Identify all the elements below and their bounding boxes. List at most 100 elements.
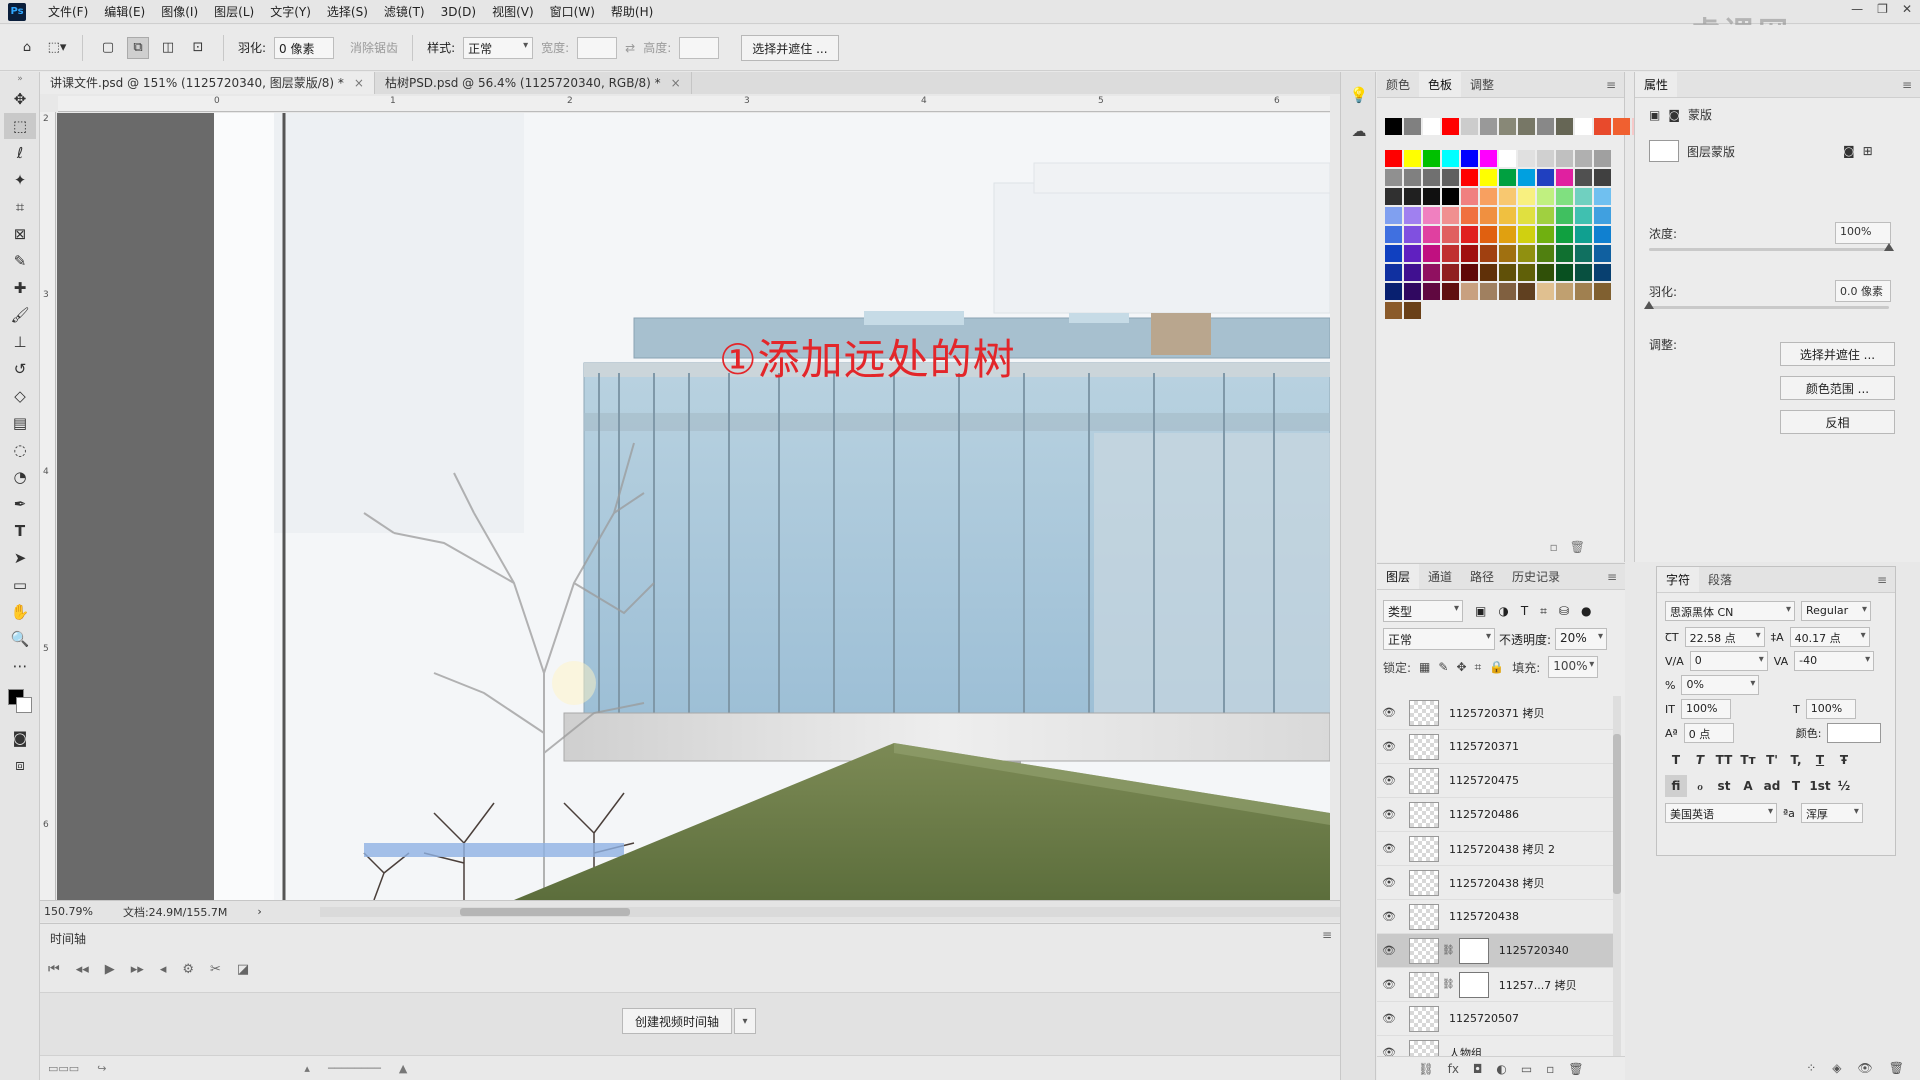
swatch[interactable]: [1385, 264, 1402, 281]
all-caps-button[interactable]: TT: [1713, 749, 1735, 771]
visibility-eye-icon[interactable]: 👁: [1377, 978, 1401, 991]
split-icon[interactable]: ✂: [210, 962, 221, 977]
feather-input[interactable]: 0 像素: [274, 36, 335, 59]
visibility-eye-icon[interactable]: 👁: [1377, 1046, 1401, 1056]
density-input[interactable]: 100%: [1835, 222, 1892, 244]
timeline-title[interactable]: 时间轴: [50, 930, 86, 947]
close-icon[interactable]: ✕: [1902, 2, 1912, 16]
menu-edit[interactable]: 编辑(E): [96, 0, 153, 24]
swap-icon[interactable]: ⇄: [625, 41, 635, 55]
menu-file[interactable]: 文件(F): [40, 0, 96, 24]
panel-menu-icon[interactable]: ≡: [1869, 567, 1895, 592]
swatch[interactable]: [1537, 245, 1554, 262]
delete-layer-icon[interactable]: 🗑: [1568, 1062, 1583, 1076]
layer-thumbnail[interactable]: [1409, 835, 1439, 862]
layer-name[interactable]: 1125720340: [1499, 944, 1569, 957]
filter-type-icon[interactable]: T: [1521, 604, 1528, 618]
swatch[interactable]: [1461, 283, 1478, 300]
swatch[interactable]: [1404, 283, 1421, 300]
prev-frame-icon[interactable]: ◂◂: [76, 962, 89, 977]
tracking-input[interactable]: -40: [1794, 651, 1875, 671]
add-selection-icon[interactable]: ⧉: [127, 36, 149, 59]
lock-artboard-icon[interactable]: ⌗: [1475, 660, 1482, 675]
swatch[interactable]: [1594, 188, 1611, 205]
swatch[interactable]: [1556, 226, 1573, 243]
tab-lesson-file[interactable]: 讲课文件.psd @ 151% (1125720340, 图层蒙版/8) * ×: [40, 72, 375, 94]
swatch[interactable]: [1518, 169, 1535, 186]
panel-menu-icon[interactable]: ≡: [1598, 72, 1624, 97]
subscript-button[interactable]: T,: [1785, 749, 1807, 771]
play-icon[interactable]: ▶: [105, 962, 115, 977]
zoom-level[interactable]: 150.79%: [44, 905, 93, 918]
marquee-preset-icon[interactable]: ⬚▾: [46, 37, 68, 59]
restore-icon[interactable]: ❐: [1877, 2, 1888, 16]
subtract-selection-icon[interactable]: ◫: [157, 37, 179, 59]
toggle-mask-icon[interactable]: 👁: [1858, 1061, 1873, 1075]
recent-swatch[interactable]: [1442, 118, 1459, 135]
ordinals-button[interactable]: 1st: [1809, 775, 1831, 797]
swatch[interactable]: [1442, 245, 1459, 262]
titling-alt-button[interactable]: T: [1785, 775, 1807, 797]
swatch[interactable]: [1385, 207, 1402, 224]
contextual-alt-button[interactable]: ℴ: [1689, 775, 1711, 797]
swatch[interactable]: [1461, 188, 1478, 205]
crop-tool-icon[interactable]: ⌗: [4, 194, 36, 220]
swatch[interactable]: [1404, 150, 1421, 167]
vector-mask-icon[interactable]: ◙: [1668, 108, 1680, 122]
swatch[interactable]: [1442, 207, 1459, 224]
close-tab-icon[interactable]: ×: [354, 72, 364, 94]
layer-mask-thumbnail[interactable]: [1458, 971, 1489, 998]
new-swatch-icon[interactable]: ▫: [1550, 540, 1558, 562]
collapse-icon[interactable]: »: [4, 73, 36, 85]
invert-button[interactable]: 反相: [1780, 410, 1895, 434]
swatch[interactable]: [1594, 283, 1611, 300]
new-group-icon[interactable]: ▭: [1521, 1062, 1532, 1076]
marquee-tool-icon[interactable]: ⬚: [4, 113, 36, 139]
style-select[interactable]: 正常: [463, 36, 534, 59]
intersect-selection-icon[interactable]: ⊡: [187, 37, 209, 59]
swatch[interactable]: [1423, 264, 1440, 281]
tab-tree-psd[interactable]: 枯树PSD.psd @ 56.4% (1125720340, RGB/8) * …: [375, 72, 692, 94]
swatch[interactable]: [1499, 245, 1516, 262]
layer-style-icon[interactable]: fx: [1448, 1062, 1459, 1076]
recent-swatch[interactable]: [1575, 118, 1592, 135]
height-input[interactable]: [679, 36, 720, 59]
tab-paragraph[interactable]: 段落: [1699, 567, 1741, 592]
layer-thumbnail[interactable]: [1409, 767, 1439, 794]
mask-link-icon[interactable]: ⛓: [1442, 979, 1455, 990]
render-icon[interactable]: ↪: [97, 1062, 106, 1075]
layer-name[interactable]: 1125720507: [1449, 1012, 1519, 1025]
tab-adjustments[interactable]: 调整: [1461, 72, 1503, 97]
swatch[interactable]: [1499, 264, 1516, 281]
zoom-slider[interactable]: ────────: [328, 1062, 381, 1075]
layer-thumbnail[interactable]: [1409, 733, 1439, 760]
eyedropper-tool-icon[interactable]: ✎: [4, 248, 36, 274]
opacity-input[interactable]: 20%: [1555, 628, 1608, 650]
layer-thumbnail[interactable]: [1409, 699, 1439, 726]
layer-thumbnail[interactable]: [1409, 937, 1439, 964]
layer-thumbnail[interactable]: [1409, 971, 1439, 998]
layer-name[interactable]: 11257...7 拷贝: [1499, 977, 1577, 993]
zoom-tool-icon[interactable]: 🔍: [4, 626, 36, 652]
fill-input[interactable]: 100%: [1548, 656, 1599, 678]
swatch[interactable]: [1480, 188, 1497, 205]
scrollbar-thumb[interactable]: [1613, 734, 1621, 894]
status-arrow-icon[interactable]: ›: [257, 905, 261, 918]
new-selection-icon[interactable]: ▢: [97, 37, 119, 59]
swatch[interactable]: [1575, 188, 1592, 205]
recent-swatch[interactable]: [1556, 118, 1573, 135]
tab-color[interactable]: 颜色: [1377, 72, 1419, 97]
audio-icon[interactable]: ◂: [160, 962, 167, 977]
magic-wand-tool-icon[interactable]: ✦: [4, 167, 36, 193]
swatch[interactable]: [1385, 245, 1402, 262]
horizontal-scale-input[interactable]: 100%: [1805, 699, 1856, 719]
dodge-tool-icon[interactable]: ◔: [4, 464, 36, 490]
layer-row[interactable]: 👁 人物组: [1377, 1036, 1617, 1056]
stylistic-alt-button[interactable]: ad: [1761, 775, 1783, 797]
select-and-mask-button[interactable]: 选择并遮住 ...: [1780, 342, 1895, 366]
lightbulb-icon[interactable]: 💡: [1346, 82, 1372, 108]
lasso-tool-icon[interactable]: ℓ: [4, 140, 36, 166]
swatch[interactable]: [1537, 283, 1554, 300]
recent-swatch[interactable]: [1518, 118, 1535, 135]
move-tool-icon[interactable]: ✥: [4, 86, 36, 112]
